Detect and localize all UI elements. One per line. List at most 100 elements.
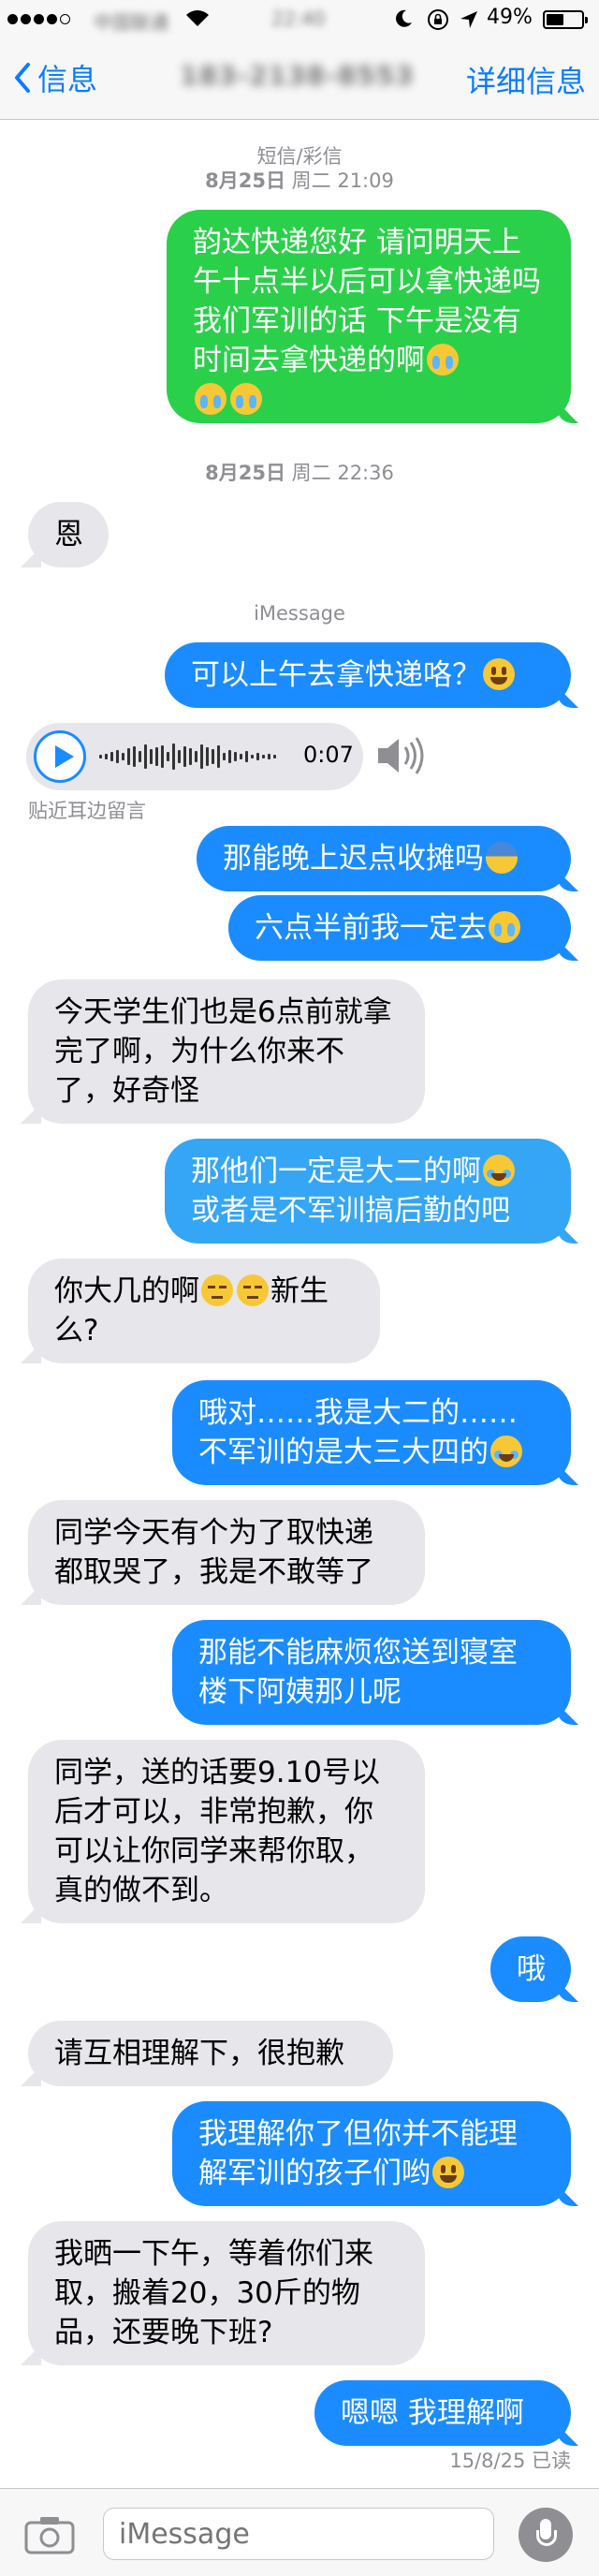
timestamp-date: 8月25日: [205, 169, 285, 192]
waveform-bar: [161, 745, 164, 768]
waveform-bar: [183, 746, 186, 767]
waveform-bar: [122, 753, 124, 760]
audio-duration: 0:07: [303, 742, 354, 768]
message-text: 可以上午去拿快递咯？: [191, 658, 481, 692]
message-incoming[interactable]: 今天学生们也是6点前就拿完了啊，为什么你来不了，好奇怪: [28, 979, 425, 1124]
status-bar: 中国联通 22:40 49%: [0, 0, 599, 37]
crying-face-emoji: [427, 344, 459, 375]
message-text: 恩: [54, 518, 83, 552]
message-incoming[interactable]: 同学，送的话要9.10号以后才可以，非常抱歉，你可以让你同学来帮你取，真的做不到…: [28, 1740, 425, 1923]
message-text: 同学，送的话要9.10号以后才可以，非常抱歉，你可以让你同学来帮你取，真的做不到…: [54, 1756, 381, 1907]
message-input[interactable]: [103, 2508, 494, 2560]
waveform: [99, 742, 286, 772]
message-incoming[interactable]: 你大几的啊 新生么?: [28, 1259, 380, 1363]
crying-face-emoji: [195, 383, 226, 415]
microphone-icon[interactable]: [519, 2508, 573, 2562]
message-incoming[interactable]: 同学今天有个为了取快递都取哭了，我是不敢等了: [28, 1500, 425, 1605]
message-outgoing[interactable]: 嗯嗯 我理解啊: [314, 2380, 571, 2446]
audio-message[interactable]: 0:07: [26, 723, 363, 790]
waveform-bar: [155, 747, 158, 766]
message-outgoing[interactable]: 那能不能麻烦您送到寝室楼下阿姨那儿呢: [172, 1620, 571, 1725]
message-incoming[interactable]: 请互相理解下，很抱歉: [28, 2021, 393, 2086]
waveform-bar: [133, 746, 136, 767]
message-text: 哦对……我是大二的……不军训的是大三大四的: [198, 1396, 518, 1469]
message-text: 你大几的啊: [54, 1274, 199, 1308]
message-text: 今天学生们也是6点前就拿完了啊，为什么你来不了，好奇怪: [54, 995, 392, 1108]
crying-face-emoji: [230, 383, 262, 415]
waveform-bar: [273, 755, 276, 758]
read-receipt: 15/8/25 已读: [449, 2450, 571, 2472]
message-outgoing-sms[interactable]: 韵达快递您好 请问明天上午十点半以后可以拿快递吗 我们军训的话 下午是没有时间去…: [167, 210, 571, 423]
message-text: 韵达快递您好 请问明天上午十点半以后可以拿快递吗 我们军训的话 下午是没有时间去…: [193, 226, 541, 377]
waveform-bar: [127, 748, 130, 765]
waveform-bar: [105, 754, 108, 759]
waveform-bar: [206, 747, 209, 766]
message-text: 嗯嗯 我理解啊: [341, 2396, 524, 2430]
waveform-bar: [234, 752, 237, 761]
message-text: 那能晚上迟点收摊吗: [223, 842, 484, 876]
waveform-bar: [167, 752, 169, 761]
unamused-face-emoji: [237, 1274, 269, 1306]
unamused-face-emoji: [201, 1274, 233, 1306]
battery-percent: 49%: [487, 6, 533, 29]
signal-strength-icon: [7, 14, 70, 24]
tears-of-joy-emoji: [483, 1155, 515, 1186]
waveform-bar: [110, 752, 113, 761]
message-outgoing[interactable]: 我理解你了但你并不能理解军训的孩子们哟: [172, 2101, 571, 2206]
rotation-lock-icon: [428, 9, 448, 30]
message-text: 我晒一下午，等着你们来取，搬着20，30斤的物品，还要晚下班?: [54, 2237, 373, 2349]
message-incoming[interactable]: 恩: [28, 502, 109, 567]
back-label: 信息: [37, 62, 98, 97]
waveform-bar: [195, 751, 197, 762]
waveform-bar: [116, 750, 119, 763]
waveform-bar: [240, 754, 242, 759]
nav-bar: 信息 183-2138-8553 详细信息: [0, 37, 599, 120]
crying-face-emoji: [489, 911, 520, 943]
tears-of-joy-emoji: [490, 1435, 522, 1467]
battery-icon: [543, 10, 588, 29]
waveform-bar: [228, 750, 231, 763]
timestamp-time: 周二 22:36: [285, 462, 394, 484]
carrier-name: 中国联通: [94, 11, 168, 34]
waveform-bar: [223, 753, 226, 760]
smiley-emoji: [483, 658, 515, 690]
timestamp: 8月25日 周二 22:36: [0, 461, 599, 485]
message-outgoing[interactable]: 可以上午去拿快递咯？: [165, 642, 571, 708]
message-text: 我理解你了但你并不能理解军训的孩子们哟: [198, 2117, 518, 2190]
message-outgoing[interactable]: 哦对……我是大二的……不军训的是大三大四的: [172, 1380, 571, 1485]
back-button[interactable]: 信息: [13, 56, 97, 99]
timestamp-date: 8月25日: [205, 462, 285, 484]
play-icon[interactable]: [34, 730, 86, 783]
message-text: 六点半前我一定去: [255, 911, 487, 945]
raise-to-listen-hint: 贴近耳边留言: [28, 800, 146, 822]
waveform-bar: [99, 755, 102, 758]
waveform-bar: [212, 749, 214, 764]
location-icon: [460, 11, 477, 28]
imessage-label: iMessage: [254, 602, 345, 625]
timestamp-time: 周二 21:09: [285, 169, 394, 192]
message-text: 那他们一定是大二的啊: [191, 1155, 481, 1188]
waveform-bar: [251, 755, 254, 758]
waveform-bar: [178, 750, 181, 763]
waveform-bar: [217, 745, 220, 768]
message-text: 同学今天有个为了取快递都取哭了，我是不敢等了: [54, 1516, 373, 1589]
message-outgoing[interactable]: 那他们一定是大二的啊 或者是不军训搞后勤的吧: [165, 1139, 571, 1244]
waveform-bar: [200, 744, 203, 769]
sms-label: 短信/彩信: [256, 145, 343, 168]
contact-title[interactable]: 183-2138-8553: [180, 60, 415, 91]
camera-icon[interactable]: [24, 2515, 75, 2554]
details-button[interactable]: 详细信息: [466, 58, 586, 101]
waveform-bar: [139, 751, 141, 762]
waveform-bar: [268, 754, 270, 759]
message-text: 或者是不军训搞后勤的吧: [191, 1194, 510, 1228]
message-outgoing[interactable]: 那能晚上迟点收摊吗: [197, 826, 571, 891]
fearful-face-emoji: [486, 842, 518, 874]
message-incoming[interactable]: 我晒一下午，等着你们来取，搬着20，30斤的物品，还要晚下班?: [28, 2221, 425, 2365]
message-outgoing[interactable]: 六点半前我一定去: [228, 895, 571, 961]
wifi-icon: [186, 10, 209, 26]
speaker-icon[interactable]: [374, 734, 429, 777]
do-not-disturb-icon: [396, 9, 412, 27]
message-outgoing[interactable]: 哦: [490, 1936, 571, 2002]
waveform-bar: [245, 751, 248, 762]
waveform-bar: [144, 744, 147, 769]
